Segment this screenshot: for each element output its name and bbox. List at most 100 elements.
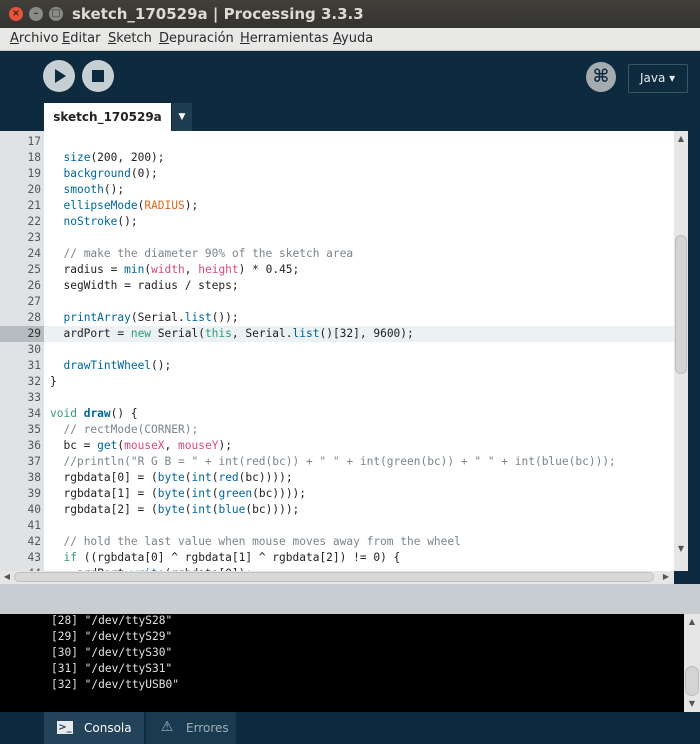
code-text[interactable]: if ((rgbdata[0] ^ rgbdata[1] ^ rgbdata[2… bbox=[50, 550, 400, 566]
menu-herramientas[interactable]: Herramientas bbox=[240, 31, 329, 46]
code-text[interactable]: size(200, 200); bbox=[50, 150, 164, 166]
tab-errors-label: Errores bbox=[186, 721, 229, 735]
line-number: 33 bbox=[27, 391, 41, 404]
code-line[interactable]: 27 bbox=[0, 294, 674, 310]
minimize-window-icon[interactable]: – bbox=[29, 7, 43, 21]
line-number: 28 bbox=[27, 311, 41, 324]
line-number: 18 bbox=[27, 151, 41, 164]
code-line[interactable]: 23 bbox=[0, 230, 674, 246]
code-line[interactable]: 34 void draw() { bbox=[0, 406, 674, 422]
code-text[interactable]: rgbdata[0] = (byte(int(red(bc)))); bbox=[50, 470, 292, 486]
tab-menu-chevron-down-icon[interactable]: ▼ bbox=[172, 103, 192, 131]
code-text[interactable]: void draw() { bbox=[50, 406, 138, 422]
code-line[interactable]: 29 ardPort = new Serial(this, Serial.lis… bbox=[0, 326, 674, 342]
run-button[interactable] bbox=[43, 60, 75, 92]
code-line[interactable]: 36 bc = get(mouseX, mouseY); bbox=[0, 438, 674, 454]
code-line[interactable]: 28 printArray(Serial.list()); bbox=[0, 310, 674, 326]
tab-errors[interactable]: ⚠ Errores bbox=[146, 712, 236, 744]
code-line[interactable]: 30 bbox=[0, 342, 674, 358]
menu-archivo[interactable]: Archivo bbox=[10, 31, 59, 46]
line-number: 21 bbox=[27, 199, 41, 212]
code-text[interactable]: background(0); bbox=[50, 166, 157, 182]
editor-vertical-scrollbar[interactable]: ▲ ▼ bbox=[674, 131, 688, 571]
console-scroll-up-icon[interactable]: ▲ bbox=[685, 616, 699, 628]
code-line[interactable]: 32} bbox=[0, 374, 674, 390]
menu-sketch[interactable]: Sketch bbox=[108, 31, 152, 46]
menu-depuracion[interactable]: Depuración bbox=[159, 31, 234, 46]
scroll-down-icon[interactable]: ▼ bbox=[674, 543, 688, 555]
code-line[interactable]: 41 bbox=[0, 518, 674, 534]
code-text[interactable]: printArray(Serial.list()); bbox=[50, 310, 238, 326]
code-editor[interactable]: 17 18 size(200, 200); 19 background(0); 20 … bbox=[0, 131, 674, 571]
line-number: 35 bbox=[27, 423, 41, 436]
code-text[interactable]: ardPort = new Serial(this, Serial.list()… bbox=[50, 326, 413, 342]
window-title: sketch_170529a | Processing 3.3.3 bbox=[72, 5, 364, 23]
line-number: 19 bbox=[27, 167, 41, 180]
editor-horizontal-scrollbar[interactable]: ◀ ▶ bbox=[0, 571, 674, 584]
toolbar: ⌘ Java ▾ bbox=[0, 51, 700, 103]
console-scroll-thumb[interactable] bbox=[685, 666, 699, 696]
maximize-window-icon[interactable]: □ bbox=[49, 7, 63, 21]
console-scroll-down-icon[interactable]: ▼ bbox=[685, 698, 699, 710]
line-number: 25 bbox=[27, 263, 41, 276]
menu-editar[interactable]: Editar bbox=[62, 31, 101, 46]
code-line[interactable]: 20 smooth(); bbox=[0, 182, 674, 198]
code-line[interactable]: 38 rgbdata[0] = (byte(int(red(bc)))); bbox=[0, 470, 674, 486]
line-number: 40 bbox=[27, 503, 41, 516]
debugger-icon[interactable]: ⌘ bbox=[586, 62, 616, 92]
console-icon: >_ bbox=[57, 721, 73, 734]
code-text[interactable]: radius = min(width, height) * 0.45; bbox=[50, 262, 299, 278]
code-line[interactable]: 17 bbox=[0, 134, 674, 150]
line-number: 34 bbox=[27, 407, 41, 420]
close-window-icon[interactable]: × bbox=[9, 7, 23, 21]
editor-scroll-thumb[interactable] bbox=[675, 235, 687, 374]
code-text[interactable]: segWidth = radius / steps; bbox=[50, 278, 238, 294]
scroll-right-icon[interactable]: ▶ bbox=[659, 571, 673, 583]
code-line[interactable]: 35 // rectMode(CORNER); bbox=[0, 422, 674, 438]
tab-console-label: Consola bbox=[84, 721, 132, 735]
code-text[interactable]: // hold the last value when mouse moves … bbox=[50, 534, 460, 550]
mode-selector[interactable]: Java ▾ bbox=[628, 64, 688, 93]
editor-hscroll-thumb[interactable] bbox=[14, 572, 654, 582]
code-line[interactable]: 18 size(200, 200); bbox=[0, 150, 674, 166]
code-text[interactable]: // make the diameter 90% of the sketch a… bbox=[50, 246, 353, 262]
code-text[interactable]: bc = get(mouseX, mouseY); bbox=[50, 438, 231, 454]
line-number: 32 bbox=[27, 375, 41, 388]
code-text[interactable]: noStroke(); bbox=[50, 214, 137, 230]
scroll-up-icon[interactable]: ▲ bbox=[674, 133, 688, 145]
line-number: 23 bbox=[27, 231, 41, 244]
code-text[interactable]: smooth(); bbox=[50, 182, 124, 198]
tab-console[interactable]: >_ Consola bbox=[44, 712, 144, 744]
console-line: [30] "/dev/ttyS30" bbox=[51, 646, 173, 659]
code-line[interactable]: 24 // make the diameter 90% of the sketc… bbox=[0, 246, 674, 262]
code-line[interactable]: 31 drawTintWheel(); bbox=[0, 358, 674, 374]
code-text[interactable]: //println("R G B = " + int(red(bc)) + " … bbox=[50, 454, 615, 470]
code-text[interactable]: ellipseMode(RADIUS); bbox=[50, 198, 198, 214]
code-line[interactable]: 26 segWidth = radius / steps; bbox=[0, 278, 674, 294]
console-line: [32] "/dev/ttyUSB0" bbox=[51, 678, 179, 691]
code-line[interactable]: 43 if ((rgbdata[0] ^ rgbdata[1] ^ rgbdat… bbox=[0, 550, 674, 566]
line-number: 42 bbox=[27, 535, 41, 548]
code-line[interactable]: 39 rgbdata[1] = (byte(int(green(bc)))); bbox=[0, 486, 674, 502]
code-line[interactable]: 25 radius = min(width, height) * 0.45; bbox=[0, 262, 674, 278]
scroll-left-icon[interactable]: ◀ bbox=[0, 571, 14, 583]
code-line[interactable]: 42 // hold the last value when mouse mov… bbox=[0, 534, 674, 550]
code-line[interactable]: 19 background(0); bbox=[0, 166, 674, 182]
code-line[interactable]: 37 //println("R G B = " + int(red(bc)) +… bbox=[0, 454, 674, 470]
code-text[interactable]: } bbox=[50, 374, 57, 390]
line-number: 29 bbox=[0, 326, 44, 342]
code-line[interactable]: 33 bbox=[0, 390, 674, 406]
tab-sketch[interactable]: sketch_170529a bbox=[44, 103, 171, 131]
code-text[interactable]: rgbdata[1] = (byte(int(green(bc)))); bbox=[50, 486, 306, 502]
console-output[interactable]: [28] "/dev/ttyS28" [29] "/dev/ttyS29" [30]… bbox=[0, 614, 684, 712]
code-line[interactable]: 40 rgbdata[2] = (byte(int(blue(bc)))); bbox=[0, 502, 674, 518]
code-line[interactable]: 21 ellipseMode(RADIUS); bbox=[0, 198, 674, 214]
menu-ayuda[interactable]: Ayuda bbox=[333, 31, 373, 46]
console-vertical-scrollbar[interactable]: ▲ ▼ bbox=[684, 614, 700, 712]
code-text[interactable]: rgbdata[2] = (byte(int(blue(bc)))); bbox=[50, 502, 299, 518]
line-number: 27 bbox=[27, 295, 41, 308]
code-text[interactable]: drawTintWheel(); bbox=[50, 358, 171, 374]
code-text[interactable]: // rectMode(CORNER); bbox=[50, 422, 198, 438]
stop-button[interactable] bbox=[82, 60, 114, 92]
code-line[interactable]: 22 noStroke(); bbox=[0, 214, 674, 230]
